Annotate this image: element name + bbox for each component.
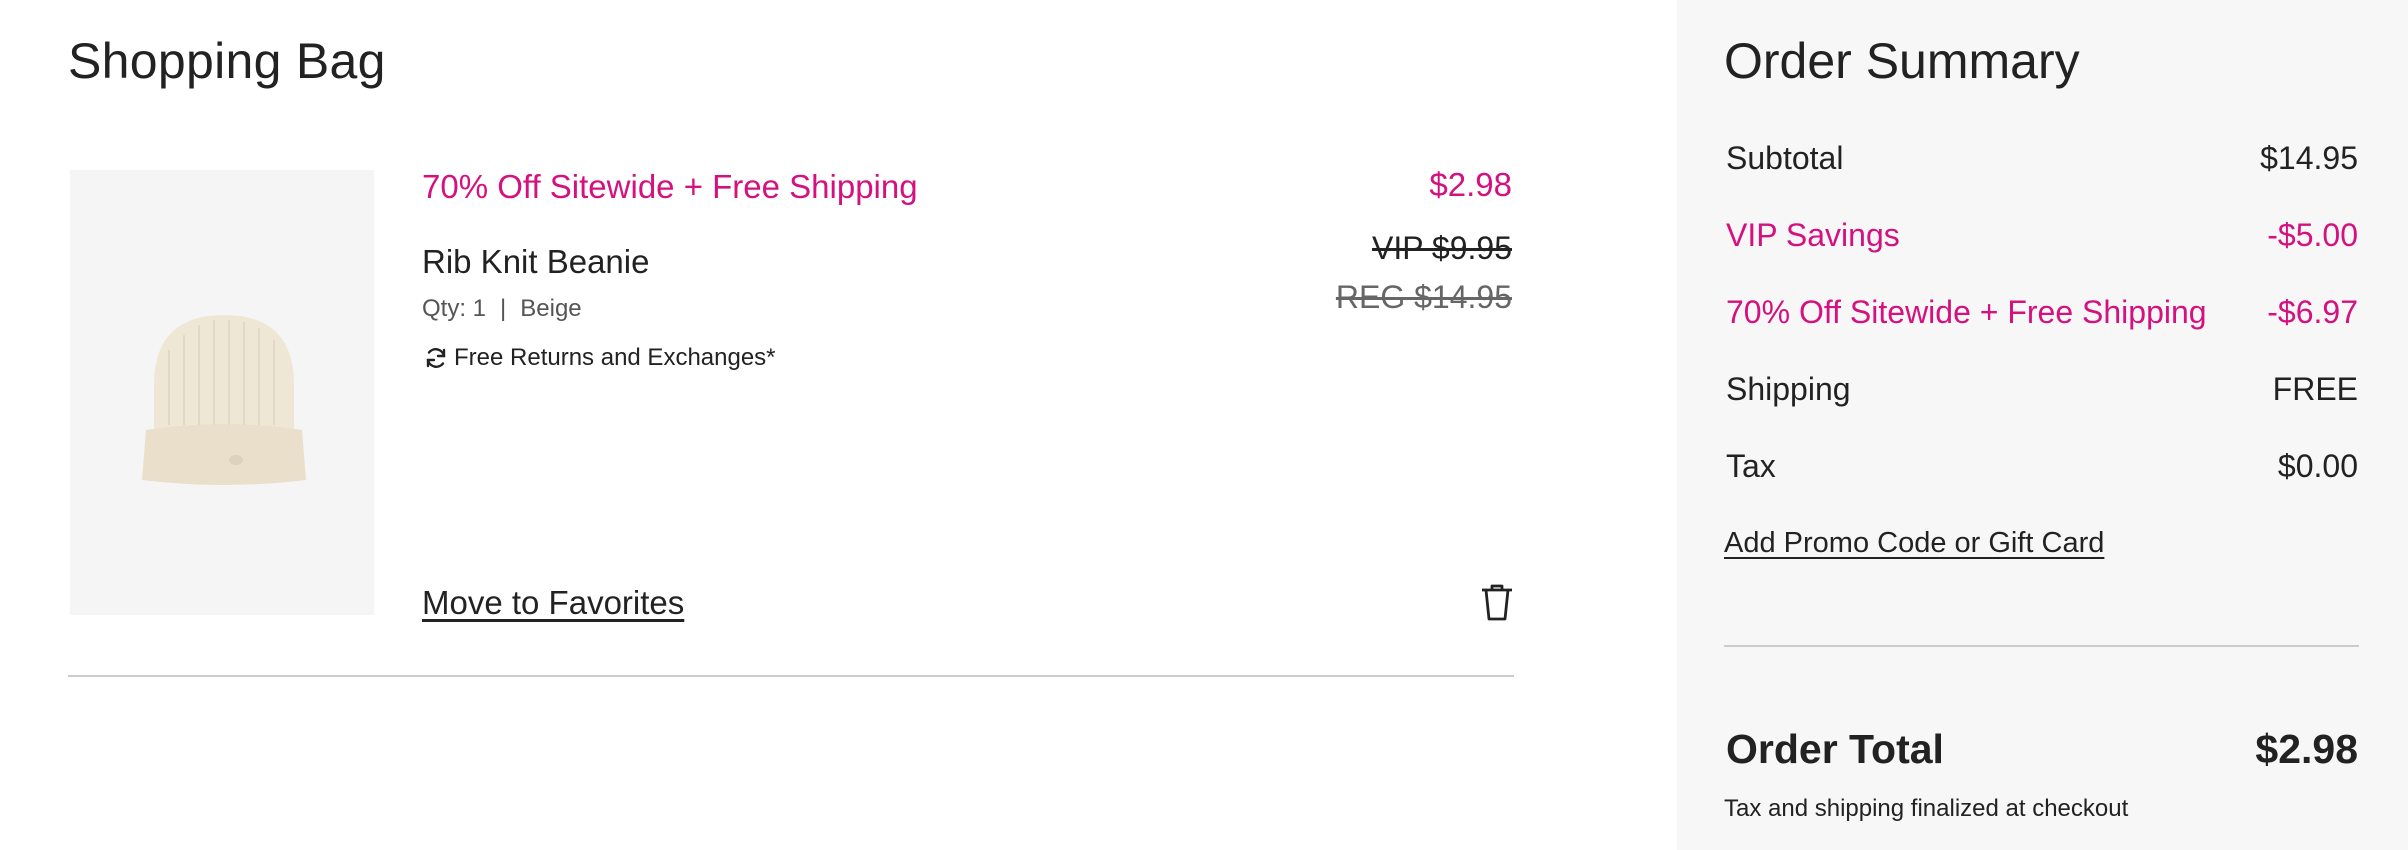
order-total-value: $2.98 — [2255, 726, 2358, 772]
summary-value: $14.95 — [2260, 140, 2358, 176]
summary-row-vip-savings: VIP Savings -$5.00 — [1726, 217, 2358, 254]
summary-label: VIP Savings — [1726, 217, 1900, 253]
summary-row-tax: Tax $0.00 — [1726, 448, 2358, 485]
refresh-icon — [422, 344, 450, 372]
shopping-bag-panel: Shopping Bag 70% Off Sitewide + Free Shi… — [0, 0, 1670, 850]
product-color: Beige — [520, 295, 582, 322]
item-promo-label: 70% Off Sitewide + Free Shipping — [422, 168, 918, 205]
summary-divider — [1724, 645, 2359, 647]
summary-row-shipping: Shipping FREE — [1726, 371, 2358, 408]
price-regular: REG $14.95 — [1335, 279, 1512, 315]
beanie-image — [142, 315, 306, 485]
order-summary-panel: Order Summary Subtotal $14.95 VIP Saving… — [1677, 0, 2408, 850]
summary-value: FREE — [2272, 371, 2358, 407]
price-vip: VIP $9.95 — [1372, 230, 1512, 266]
returns-note: Free Returns and Exchanges* — [422, 344, 776, 372]
item-divider — [68, 675, 1514, 677]
total-note: Tax and shipping finalized at checkout — [1724, 795, 2129, 822]
product-image[interactable] — [70, 170, 374, 615]
summary-value: -$6.97 — [2267, 294, 2358, 330]
add-promo-code-link[interactable]: Add Promo Code or Gift Card — [1724, 527, 2104, 560]
product-name[interactable]: Rib Knit Beanie — [422, 243, 649, 281]
price-sale: $2.98 — [1429, 166, 1512, 203]
product-qty: Qty: 1 — [422, 295, 487, 322]
trash-icon[interactable] — [1480, 584, 1516, 624]
order-total-label: Order Total — [1726, 726, 1944, 772]
move-to-favorites-link[interactable]: Move to Favorites — [422, 584, 684, 622]
summary-label: 70% Off Sitewide + Free Shipping — [1726, 294, 2207, 330]
summary-value: -$5.00 — [2267, 217, 2358, 253]
product-meta: Qty: 1 | Beige — [422, 295, 582, 323]
summary-value: $0.00 — [2277, 448, 2358, 484]
summary-label: Subtotal — [1726, 140, 1844, 176]
order-total-row: Order Total $2.98 — [1726, 726, 2358, 773]
returns-text: Free Returns and Exchanges* — [454, 344, 776, 371]
summary-label: Tax — [1726, 448, 1776, 484]
page-title: Shopping Bag — [68, 33, 386, 89]
meta-separator: | — [500, 295, 507, 322]
summary-label: Shipping — [1726, 371, 1851, 407]
summary-row-subtotal: Subtotal $14.95 — [1726, 140, 2358, 177]
summary-title: Order Summary — [1724, 33, 2080, 89]
summary-row-promo: 70% Off Sitewide + Free Shipping -$6.97 — [1726, 294, 2358, 331]
